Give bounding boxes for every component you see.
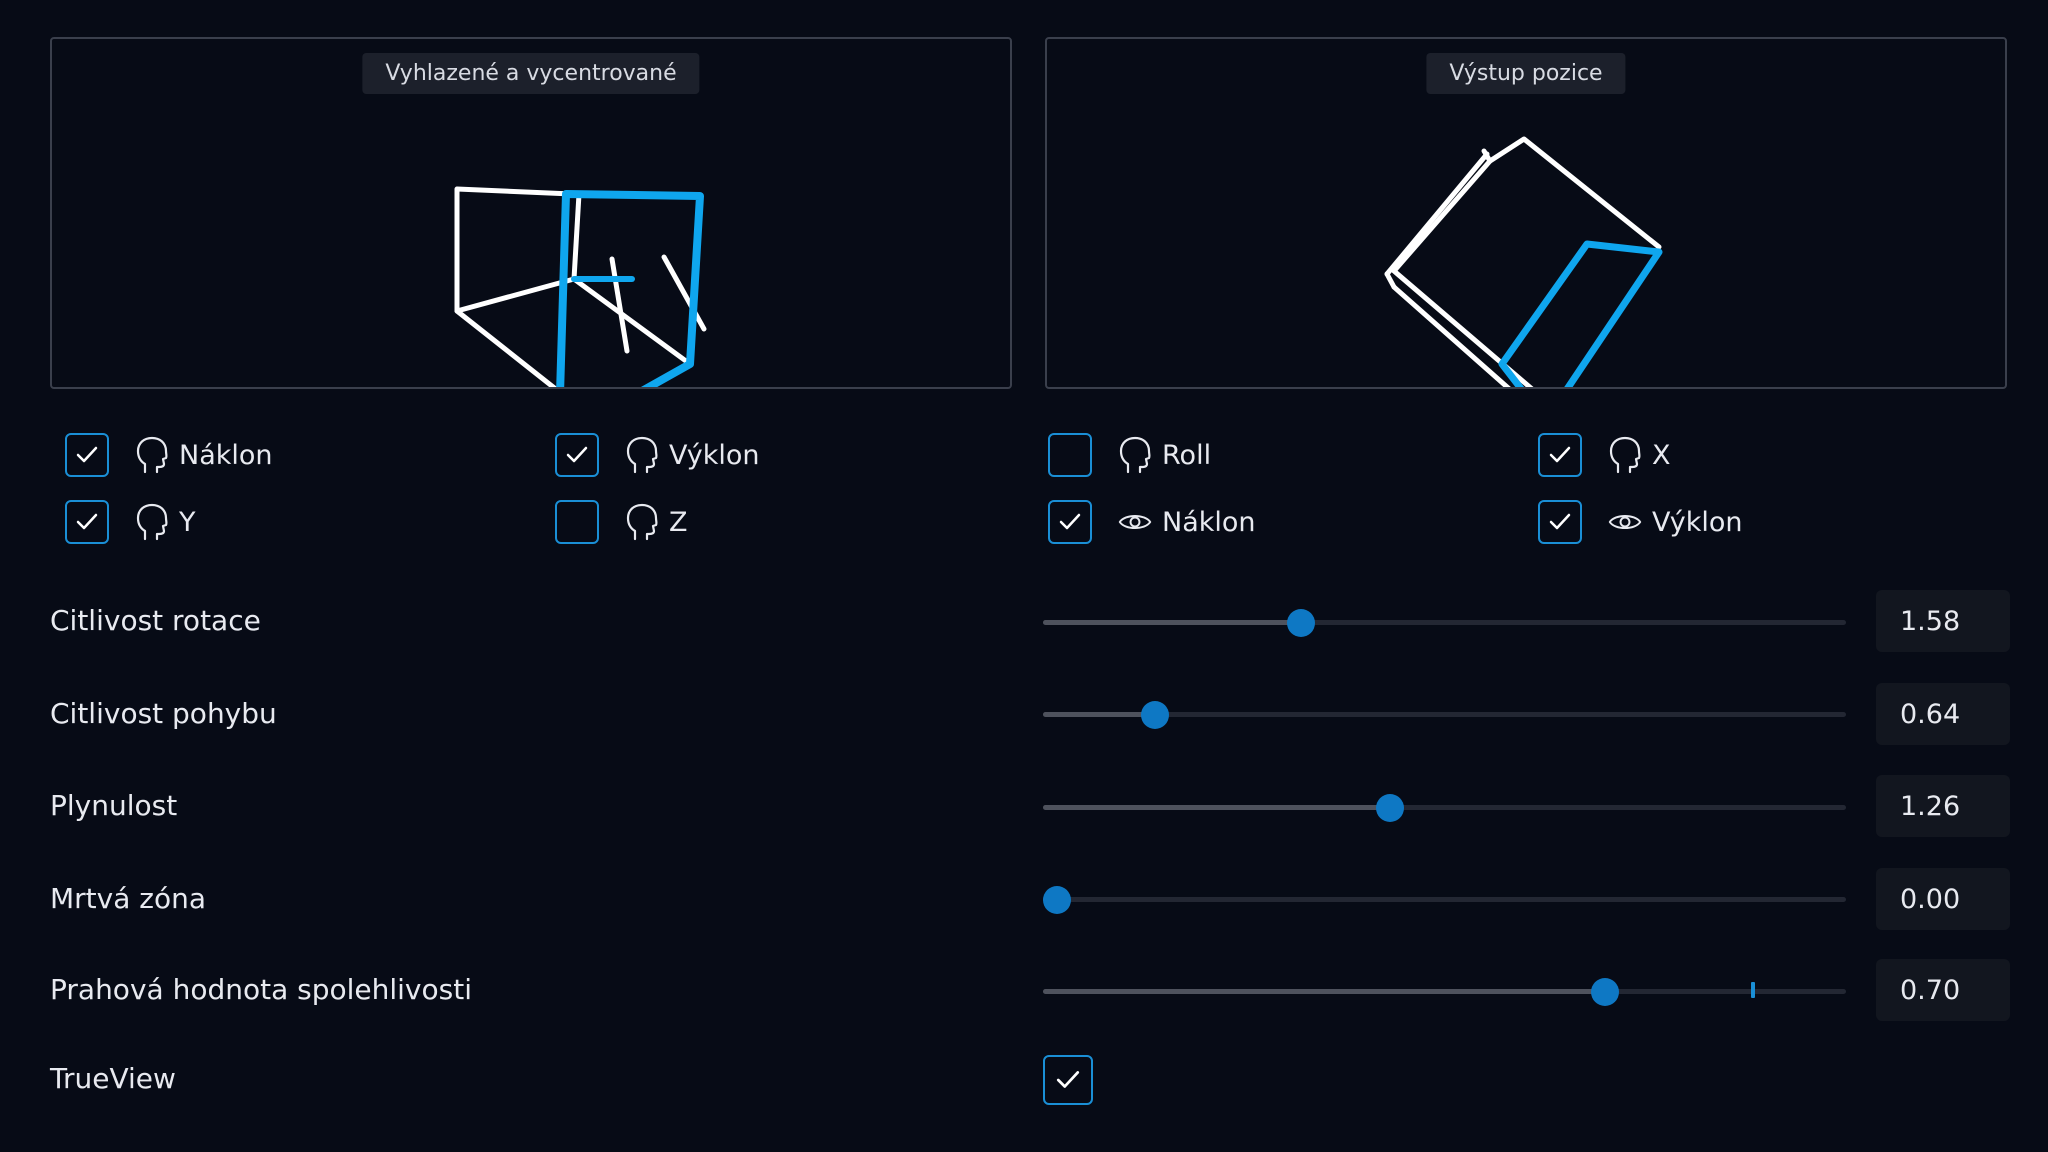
head-icon (625, 436, 659, 474)
slider-smoothness[interactable] (1043, 792, 1846, 822)
value-dead-zone[interactable]: 0.00 (1876, 868, 2010, 930)
checkbox[interactable] (1048, 433, 1092, 477)
check-icon (1549, 513, 1571, 530)
check-icon (566, 446, 588, 463)
slider-fill (1043, 712, 1156, 717)
slider-fill (1043, 989, 1605, 994)
option-label: Výklon (1652, 506, 1743, 538)
checkbox[interactable] (65, 500, 109, 544)
head-icon (135, 503, 169, 541)
option-label: X (1652, 439, 1671, 471)
cube-wireframe-left (454, 186, 707, 387)
check-icon (76, 446, 98, 463)
value-smoothness[interactable]: 1.26 (1876, 775, 2010, 837)
option-head-yaw[interactable]: Výklon (555, 430, 760, 480)
option-label: Náklon (1162, 506, 1256, 538)
slider-thumb[interactable] (1376, 794, 1405, 822)
preview-smoothed-centered: Vyhlazené a vycentrované (50, 37, 1012, 389)
slider-fill (1043, 805, 1391, 810)
trueview-checkbox[interactable] (1043, 1055, 1093, 1105)
eye-icon (1608, 503, 1642, 541)
check-icon (1549, 446, 1571, 463)
option-head-y[interactable]: Y (65, 497, 196, 547)
slider-rotation-sensitivity[interactable] (1043, 607, 1846, 637)
slider-fill (1043, 620, 1302, 625)
head-icon (135, 436, 169, 474)
slider-marker (1750, 982, 1755, 998)
slider-thumb[interactable] (1043, 886, 1071, 914)
check-icon (1056, 1071, 1080, 1088)
value-confidence-threshold[interactable]: 0.70 (1876, 959, 2010, 1021)
setting-label-confidence-threshold: Prahová hodnota spolehlivosti (50, 973, 472, 1006)
slider-track[interactable] (1043, 897, 1846, 902)
check-icon (1059, 513, 1081, 530)
slider-confidence-threshold[interactable] (1043, 976, 1846, 1006)
option-label: Náklon (179, 439, 273, 471)
head-icon (625, 503, 659, 541)
cube-wireframe-right (1384, 136, 1663, 387)
head-icon (1608, 436, 1642, 474)
setting-label-trueview: TrueView (50, 1062, 176, 1095)
option-label: Y (179, 506, 196, 538)
checkbox[interactable] (1048, 500, 1092, 544)
checkbox[interactable] (1538, 500, 1582, 544)
preview-position-output: Výstup pozice (1045, 37, 2007, 389)
slider-thumb[interactable] (1287, 609, 1316, 637)
option-head-z[interactable]: Z (555, 497, 688, 547)
slider-dead-zone[interactable] (1043, 884, 1846, 914)
value-rotation-sensitivity[interactable]: 1.58 (1876, 590, 2010, 652)
slider-thumb[interactable] (1590, 978, 1619, 1006)
setting-label-dead-zone: Mrtvá zóna (50, 882, 207, 915)
setting-label-smoothness: Plynulost (50, 789, 178, 822)
setting-label-movement-sensitivity: Citlivost pohybu (50, 697, 277, 730)
option-head-roll[interactable]: Roll (1048, 430, 1211, 480)
option-eye-pitch[interactable]: Náklon (1048, 497, 1256, 547)
checkbox[interactable] (555, 500, 599, 544)
option-head-pitch[interactable]: Náklon (65, 430, 273, 480)
checkbox[interactable] (65, 433, 109, 477)
option-label: Výklon (669, 439, 760, 471)
option-eye-yaw[interactable]: Výklon (1538, 497, 1743, 547)
slider-thumb[interactable] (1141, 701, 1170, 729)
check-icon (76, 513, 98, 530)
setting-label-rotation-sensitivity: Citlivost rotace (50, 604, 261, 637)
value-movement-sensitivity[interactable]: 0.64 (1876, 683, 2010, 745)
slider-movement-sensitivity[interactable] (1043, 699, 1846, 729)
checkbox[interactable] (1538, 433, 1582, 477)
option-head-x[interactable]: X (1538, 430, 1671, 480)
head-icon (1118, 436, 1152, 474)
option-label: Roll (1162, 439, 1212, 471)
eye-icon (1118, 503, 1152, 541)
option-label: Z (669, 506, 688, 538)
checkbox[interactable] (555, 433, 599, 477)
